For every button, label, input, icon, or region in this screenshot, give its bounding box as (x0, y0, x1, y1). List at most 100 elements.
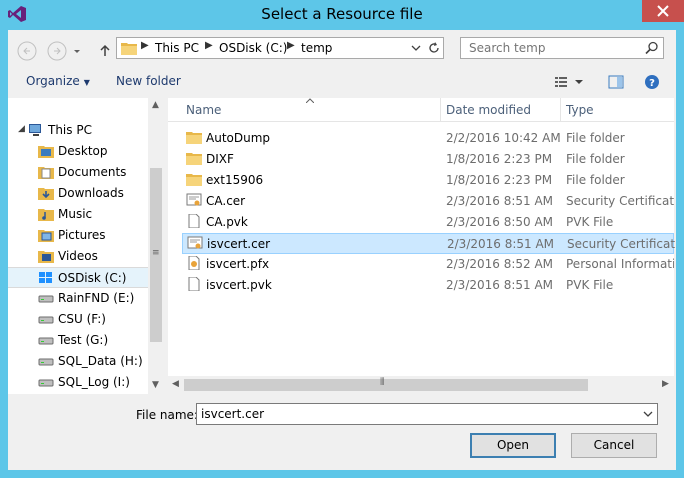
nav-item[interactable]: Desktop (8, 141, 148, 162)
file-name: isvcert.pvk (206, 278, 272, 292)
scroll-up-icon[interactable]: ▲ (152, 100, 159, 110)
file-row[interactable]: DIXF 1/8/2016 2:23 PM File folder (182, 149, 674, 170)
search-icon[interactable] (645, 41, 659, 55)
cancel-button[interactable]: Cancel (571, 433, 657, 458)
certificate-icon (186, 193, 202, 210)
file-row[interactable]: CA.pvk 2/3/2016 8:50 AM PVK File (182, 212, 674, 233)
file-name: CA.pvk (206, 215, 248, 229)
nav-item[interactable]: Music (8, 204, 148, 225)
column-header: Name Date modified Type (168, 98, 674, 122)
file-type: Personal Informati... (566, 257, 674, 271)
breadcrumb-separator[interactable]: ▶ (205, 40, 213, 51)
search-box[interactable] (460, 37, 664, 59)
file-row[interactable]: isvcert.pvk 2/3/2016 8:51 AM PVK File (182, 275, 674, 296)
window-title: Select a Resource file (261, 5, 423, 23)
file-row[interactable]: ext15906 1/8/2016 2:23 PM File folder (182, 170, 674, 191)
file-date: 2/3/2016 8:51 AM (447, 237, 555, 251)
breadcrumb-separator[interactable]: ▶ (141, 40, 149, 51)
nav-item-label: Downloads (58, 186, 124, 200)
chevron-down-icon[interactable] (643, 409, 653, 419)
file-name-combobox[interactable] (196, 403, 658, 425)
preview-pane-icon[interactable] (608, 75, 624, 89)
recent-locations-icon[interactable] (72, 40, 82, 62)
column-type[interactable]: Type (566, 103, 594, 117)
nav-scrollbar[interactable]: ▲ ≡ ▼ (148, 98, 164, 394)
nav-item[interactable]: ◢ This PC (8, 120, 148, 141)
file-row[interactable]: AutoDump 2/2/2016 10:42 AM File folder (182, 128, 674, 149)
search-input[interactable] (461, 38, 641, 58)
nav-item[interactable]: RainFND (E:) (8, 288, 148, 309)
column-divider[interactable] (560, 98, 561, 122)
file-type: File folder (566, 173, 625, 187)
breadcrumb-osdisk[interactable]: OSDisk (C:) (219, 41, 287, 55)
back-icon[interactable] (16, 40, 38, 62)
expand-arrow-icon[interactable]: ◢ (18, 124, 25, 134)
file-row[interactable]: isvcert.pfx 2/3/2016 8:52 AM Personal Info… (182, 254, 674, 275)
file-name: ext15906 (206, 173, 264, 187)
file-row[interactable]: isvcert.cer 2/3/2016 8:51 AM Security Cert… (182, 233, 675, 254)
scroll-down-icon[interactable]: ▼ (152, 380, 159, 390)
certificate-icon (187, 236, 203, 253)
file-date: 1/8/2016 2:23 PM (446, 173, 553, 187)
nav-item[interactable]: OSDisk (C:) (8, 267, 148, 288)
new-folder-button[interactable]: New folder (116, 74, 181, 88)
scroll-right-icon[interactable]: ▶ (662, 379, 669, 389)
file-list-pane[interactable]: Name Date modified Type AutoDump 2/2/2016… (168, 98, 675, 394)
close-button[interactable] (642, 0, 684, 22)
nav-item[interactable]: CSU (F:) (8, 309, 148, 330)
up-icon[interactable] (94, 40, 116, 62)
windows-drive-icon (38, 271, 54, 288)
file-type: PVK File (566, 215, 614, 229)
close-icon (657, 5, 669, 17)
nav-item-label: Desktop (58, 144, 108, 158)
file-name: CA.cer (206, 194, 246, 208)
nav-item[interactable]: Documents (8, 162, 148, 183)
file-row[interactable]: CA.cer 2/3/2016 8:51 AM Security Certifica… (182, 191, 674, 212)
horizontal-scroll-thumb[interactable]: ⦀ (184, 377, 588, 391)
folder-icon (186, 130, 202, 147)
file-type: PVK File (566, 278, 614, 292)
nav-scroll-thumb[interactable]: ≡ (150, 168, 162, 342)
open-button[interactable]: Open (470, 433, 556, 458)
nav-item-label: SQL_Log (I:) (58, 375, 130, 389)
nav-item-label: SQL_Data (H:) (58, 354, 143, 368)
dialog-client: ▶ This PC ▶ OSDisk (C:) ▶ temp Organize▼… (8, 30, 676, 470)
nav-item[interactable]: SQL_Log (I:) (8, 372, 148, 393)
organize-button[interactable]: Organize ▼ (26, 74, 90, 88)
horizontal-scrollbar[interactable]: ◀ ⦀ ▶ (168, 376, 674, 394)
nav-item[interactable]: SQL_Data (H:) (8, 351, 148, 372)
help-icon[interactable]: ? (644, 75, 660, 91)
nav-item-label: RainFND (E:) (58, 291, 135, 305)
file-name: isvcert.pfx (206, 257, 270, 271)
nav-item[interactable]: Downloads (8, 183, 148, 204)
address-bar[interactable]: ▶ This PC ▶ OSDisk (C:) ▶ temp (116, 37, 444, 59)
title-bar[interactable]: Select a Resource file (0, 0, 684, 30)
column-divider[interactable] (440, 98, 441, 122)
file-name-input[interactable] (197, 404, 637, 424)
column-date-modified[interactable]: Date modified (446, 103, 531, 117)
nav-item-label: This PC (48, 123, 92, 137)
scroll-left-icon[interactable]: ◀ (172, 379, 179, 389)
nav-item-label: Videos (58, 249, 98, 263)
nav-item-label: Documents (58, 165, 127, 179)
file-date: 2/3/2016 8:52 AM (446, 257, 554, 271)
refresh-icon[interactable] (427, 41, 441, 55)
dialog-window: Select a Resource file ▶ This PC ▶ OSDis… (0, 0, 684, 478)
nav-item-label: OSDisk (C:) (58, 271, 127, 285)
desktop-folder-icon (38, 144, 54, 161)
breadcrumb-temp[interactable]: temp (301, 41, 332, 55)
nav-item[interactable]: Pictures (8, 225, 148, 246)
forward-icon[interactable] (46, 40, 68, 62)
svg-text:?: ? (649, 78, 655, 89)
column-name[interactable]: Name (186, 103, 221, 117)
file-type: File folder (566, 152, 625, 166)
nav-item[interactable]: Videos (8, 246, 148, 267)
navigation-pane[interactable]: ◢ This PC Desktop Documents Downloads Music Pi… (8, 98, 164, 394)
view-options-icon[interactable] (554, 75, 584, 89)
file-name: isvcert.cer (207, 237, 271, 251)
breadcrumb-separator[interactable]: ▶ (287, 40, 295, 51)
drive-icon (38, 354, 54, 371)
nav-item[interactable]: Test (G:) (8, 330, 148, 351)
chevron-down-icon[interactable] (411, 43, 421, 53)
breadcrumb-this-pc[interactable]: This PC (155, 41, 199, 55)
